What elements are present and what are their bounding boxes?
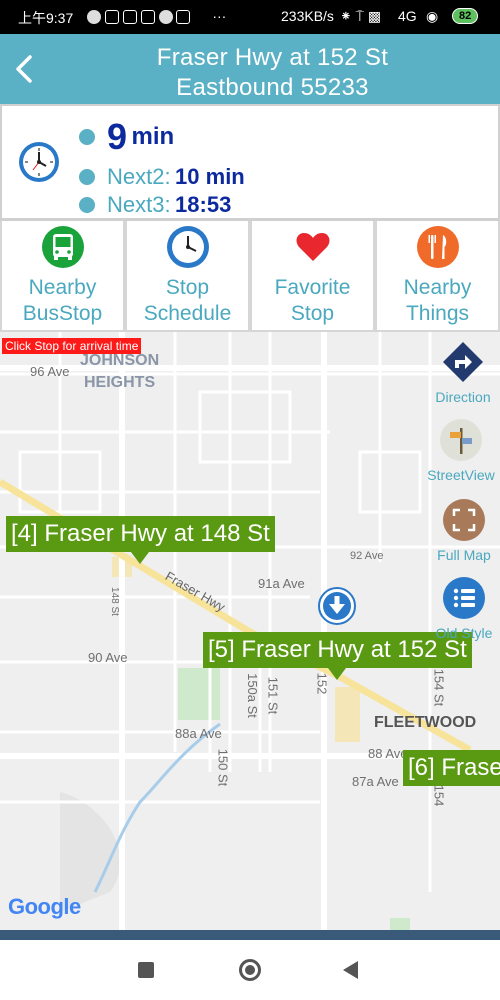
label-line2: Things [405, 302, 470, 325]
clock-icon [19, 142, 59, 182]
favorite-stop-label: Favorite Stop [252, 275, 373, 327]
nearby-busstop-label: Nearby BusStop [2, 275, 123, 327]
arrival-times-panel: 9 min Next2: 10 min Next3: 18:53 [0, 104, 500, 220]
notification-box-icon [104, 10, 119, 25]
map-label-fleetwood: FLEETWOOD [374, 714, 477, 731]
next3-value: 18:53 [175, 192, 232, 217]
recents-button[interactable] [138, 962, 154, 978]
battery-level: 82 [452, 8, 479, 24]
streetview-button[interactable]: StreetView [422, 418, 500, 483]
notification-bus-icon [176, 10, 191, 25]
map-label-87a-ave: 87a Ave [352, 774, 399, 789]
map-label-154-st: 154 St [431, 668, 447, 707]
stop-schedule-button[interactable]: Stop Schedule [125, 221, 250, 332]
bullet-dot [79, 129, 95, 145]
current-stop-marker-icon[interactable] [317, 586, 357, 626]
bottom-strip [0, 930, 500, 940]
label-line2: BusStop [22, 302, 103, 325]
label-line1: Nearby [28, 276, 97, 299]
bullet-dot [79, 169, 95, 185]
nearby-things-label: Nearby Things [377, 275, 498, 327]
wifi-icon: ◉ [426, 8, 439, 24]
notification-grid-icon [122, 10, 137, 25]
label-line1: Stop [165, 276, 210, 299]
streetview-icon [440, 419, 482, 461]
back-nav-button[interactable] [343, 961, 358, 979]
direction-icon [443, 342, 483, 382]
map-label-150-st: 150 St [215, 748, 231, 787]
favorite-stop-button[interactable]: Favorite Stop [250, 221, 375, 332]
full-map-label: Full Map [437, 547, 491, 563]
map-view[interactable]: Click Stop for arrival time 96 Ave JOHNS… [0, 332, 500, 940]
bus-icon [41, 226, 84, 268]
next2-label: Next2: [107, 164, 171, 189]
more-notifications-icon: ··· [212, 8, 227, 24]
google-attribution-logo: Google [8, 894, 81, 920]
fullscreen-icon [443, 499, 485, 541]
stop-marker-4[interactable]: [4] Fraser Hwy at 148 St [6, 516, 275, 564]
google-text: Google [8, 894, 81, 919]
old-style-label: Old Style [435, 625, 493, 641]
screen: 上午9:37 ··· 233KB/s ⁕ ⍑ ▩ 4G ◉ 82 Fraser … [0, 0, 500, 1000]
map-label-88-ave: 88 Ave [368, 746, 408, 761]
map-label-151-st: 151 St [265, 676, 281, 715]
stop-schedule-label: Stop Schedule [127, 275, 248, 327]
map-label-johnson: JOHNSON [80, 352, 160, 369]
old-style-button[interactable]: Old Style [428, 576, 500, 641]
direction-button[interactable]: Direction [426, 340, 500, 405]
nearby-busstop-button[interactable]: Nearby BusStop [0, 221, 125, 332]
next3-arrival-row: Next3: 18:53 [79, 192, 231, 218]
map-label-88a-ave: 88a Ave [175, 726, 222, 741]
map-label-148-st: 148 St [108, 587, 120, 616]
next-arrival-unit: min [131, 123, 175, 150]
bullet-dot [79, 197, 95, 213]
list-icon [443, 577, 485, 619]
cutlery-icon [416, 226, 459, 268]
notification-icons: ··· [87, 8, 227, 25]
status-time: 上午9:37 [18, 10, 74, 26]
next-arrival-row: 9 min [79, 116, 174, 158]
label-line1: Favorite [274, 276, 351, 299]
streetview-label: StreetView [427, 467, 495, 483]
map-label-152: 152 [314, 672, 330, 695]
map-label-90-ave: 90 Ave [88, 650, 128, 665]
map-label-91a-ave: 91a Ave [258, 576, 305, 591]
next2-arrival-row: Next2: 10 min [79, 164, 245, 190]
map-label-96-ave: 96 Ave [30, 364, 70, 379]
status-bar: 上午9:37 ··· 233KB/s ⁕ ⍑ ▩ 4G ◉ 82 [0, 0, 500, 34]
direction-label: Direction [435, 389, 491, 405]
label-line1: Nearby [403, 276, 472, 299]
battery-indicator: 82 [452, 6, 479, 24]
map-label-heights: HEIGHTS [84, 374, 156, 391]
label-line2: Stop [290, 302, 335, 325]
label-line2: Schedule [143, 302, 232, 325]
system-nav-bar [0, 940, 500, 1000]
map-label-92-ave: 92 Ave [350, 550, 384, 562]
notification-chat-icon [158, 10, 173, 25]
stop-marker-6[interactable]: [6] Frase [403, 750, 500, 786]
map-label-150a-st: 150a St [244, 673, 260, 718]
full-map-button[interactable]: Full Map [428, 498, 500, 563]
next3-label: Next3: [107, 192, 171, 217]
next2-value: 10 min [175, 164, 245, 189]
network-type: 4G [398, 8, 417, 24]
clock-icon [166, 226, 209, 268]
status-indicators: ⁕ ⍑ ▩ [340, 8, 382, 24]
notification-dot-icon [87, 10, 101, 25]
nearby-things-button[interactable]: Nearby Things [375, 221, 500, 332]
notification-app-icon [140, 10, 155, 25]
app-header: Fraser Hwy at 152 St Eastbound 55233 [0, 34, 500, 104]
stop-direction-id: Eastbound 55233 [176, 74, 369, 101]
home-button[interactable] [239, 959, 261, 981]
heart-icon [296, 233, 329, 261]
action-bar: Nearby BusStop Stop Schedule Favorite St… [0, 220, 500, 332]
network-speed: 233KB/s [281, 8, 334, 24]
stop-title: Fraser Hwy at 152 St [156, 44, 389, 71]
next-arrival-value: 9 [107, 116, 128, 157]
map-label-154: 154 [431, 784, 447, 807]
